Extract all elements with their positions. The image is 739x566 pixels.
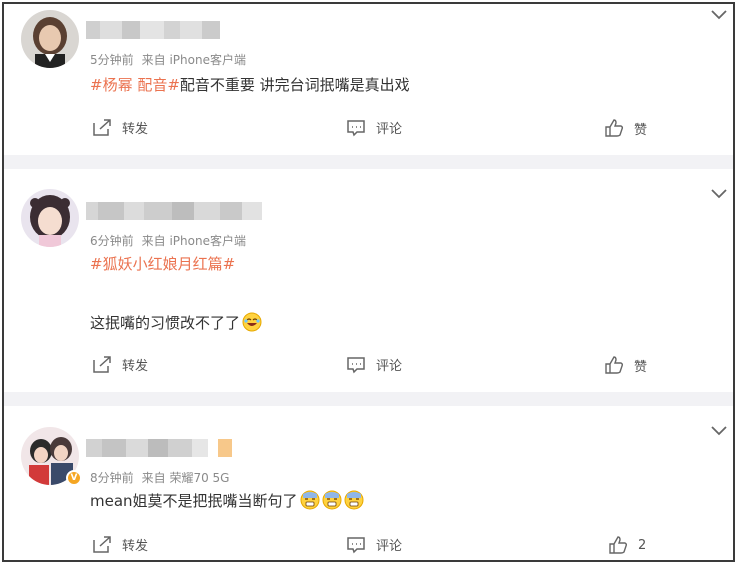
comment-body: mean姐莫不是把抿嘴当断句了 (90, 492, 298, 510)
comment-feed: 5分钟前 来自 iPhone客户端 #杨幂 配音#配音不重要 讲完台词抿嘴是真出戏… (2, 2, 735, 562)
like-label: 赞 (634, 122, 648, 138)
cold-sweat-emoji-icon (322, 490, 342, 510)
separator (4, 392, 733, 406)
comment-body: 配音不重要 讲完台词抿嘴是真出戏 (179, 76, 410, 94)
like-button[interactable]: 赞 (604, 118, 647, 138)
comment-source: 来自 iPhone客户端 (141, 53, 246, 67)
comment-icon (347, 119, 365, 136)
comment-source: 来自 荣耀70 5G (141, 471, 230, 485)
repost-label: 转发 (122, 539, 149, 554)
username-blurred[interactable] (86, 202, 262, 220)
comment-text: #杨幂 配音#配音不重要 讲完台词抿嘴是真出戏 (90, 74, 410, 95)
repost-button[interactable]: 转发 (92, 355, 148, 374)
comment-button[interactable]: 评论 (346, 535, 402, 554)
like-label: 赞 (634, 359, 648, 375)
repost-button[interactable]: 转发 (92, 535, 148, 554)
comment-text: #狐妖小红娘月红篇# (90, 253, 235, 274)
comment-text: 这抿嘴的习惯改不了了 (90, 312, 262, 333)
avatar[interactable] (21, 189, 79, 247)
thumbs-up-icon (609, 536, 628, 554)
thumbs-up-icon (605, 356, 624, 374)
repost-icon (93, 535, 111, 553)
comment-time: 6分钟前 (90, 234, 134, 248)
repost-button[interactable]: 转发 (92, 118, 148, 137)
cold-sweat-emoji-icon (344, 490, 364, 510)
chevron-down-icon[interactable] (711, 189, 727, 199)
repost-icon (93, 355, 111, 373)
topic-tag[interactable]: #狐妖小红娘月红篇# (90, 255, 235, 273)
comment-label: 评论 (376, 539, 403, 554)
comment-card: 6分钟前 来自 iPhone客户端 #狐妖小红娘月红篇# 这抿嘴的习惯改不了了 转… (4, 169, 733, 392)
topic-tag[interactable]: #杨幂 配音# (90, 76, 180, 94)
comment-source: 来自 iPhone客户端 (141, 234, 246, 248)
like-button[interactable]: 2 (608, 535, 646, 555)
comment-icon (347, 536, 365, 553)
comment-time: 8分钟前 (90, 471, 134, 485)
comment-button[interactable]: 评论 (346, 355, 402, 374)
username-blurred[interactable] (86, 439, 232, 457)
comment-card: V 8分钟前 来自 荣耀70 5G mean姐莫不是把抿嘴当断句了 转发 评论 2 (4, 406, 733, 560)
repost-label: 转发 (122, 122, 149, 137)
thumbs-up-icon (605, 119, 624, 137)
comment-button[interactable]: 评论 (346, 118, 402, 137)
repost-label: 转发 (122, 359, 149, 374)
comment-body: 这抿嘴的习惯改不了了 (90, 314, 241, 332)
verified-badge: V (66, 470, 82, 486)
chevron-down-icon[interactable] (711, 10, 727, 20)
comment-meta: 8分钟前 来自 荣耀70 5G (90, 469, 237, 486)
like-button[interactable]: 赞 (604, 355, 647, 375)
comment-text: mean姐莫不是把抿嘴当断句了 (90, 490, 364, 511)
comment-time: 5分钟前 (90, 53, 134, 67)
laughing-emoji-icon (242, 312, 262, 332)
chevron-down-icon[interactable] (711, 426, 727, 436)
separator (4, 155, 733, 169)
comment-meta: 5分钟前 来自 iPhone客户端 (90, 51, 254, 68)
username-blurred[interactable] (86, 21, 220, 39)
comment-icon (347, 356, 365, 373)
avatar[interactable] (21, 10, 79, 68)
repost-icon (93, 118, 111, 136)
like-count: 2 (638, 537, 647, 553)
cold-sweat-emoji-icon (300, 490, 320, 510)
comment-meta: 6分钟前 来自 iPhone客户端 (90, 232, 254, 249)
comment-label: 评论 (376, 122, 403, 137)
comment-label: 评论 (376, 359, 403, 374)
comment-card: 5分钟前 来自 iPhone客户端 #杨幂 配音#配音不重要 讲完台词抿嘴是真出戏… (4, 4, 733, 155)
